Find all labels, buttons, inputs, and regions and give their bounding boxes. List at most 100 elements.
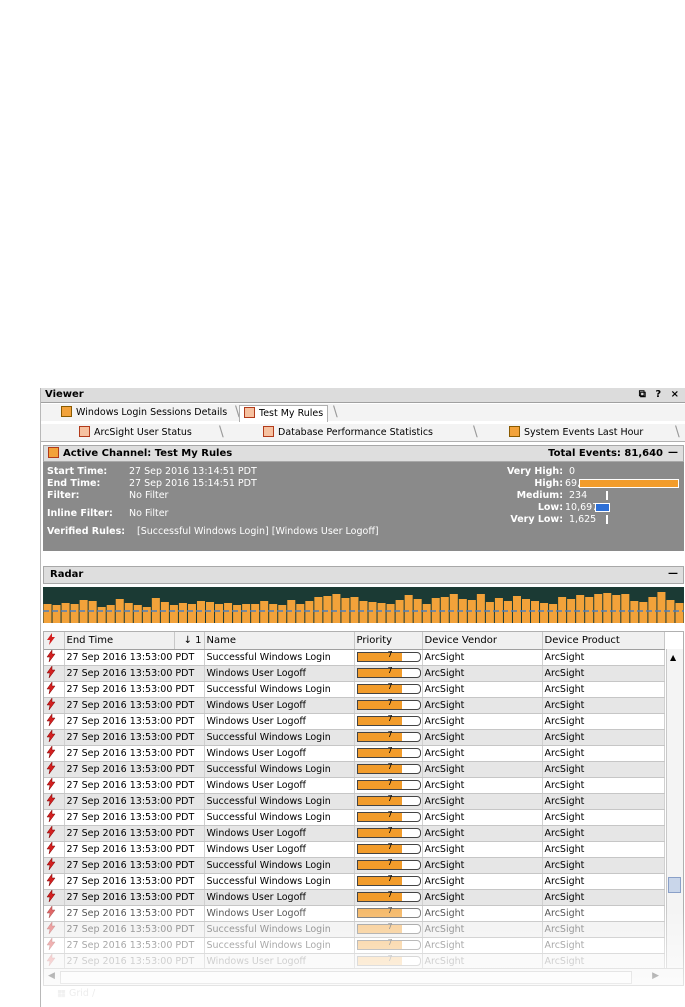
table-row[interactable]: 27 Sep 2016 13:53:00 PDT Windows User Log… — [44, 745, 665, 762]
table-row[interactable]: 27 Sep 2016 13:53:00 PDT Windows User Log… — [44, 713, 665, 730]
tab-arcsight-user-status[interactable]: ArcSight User Status — [75, 425, 196, 441]
radar-bar — [70, 604, 79, 623]
table-row[interactable]: 27 Sep 2016 13:53:00 PDT Windows User Log… — [44, 841, 665, 858]
cell-device-vendor: ArcSight — [422, 713, 543, 730]
lightning-icon — [46, 906, 56, 918]
table-row[interactable]: 27 Sep 2016 13:53:00 PDT Windows User Log… — [44, 697, 665, 714]
cell-end-time: 27 Sep 2016 13:53:00 PDT — [64, 921, 205, 938]
scroll-thumb[interactable] — [668, 877, 681, 893]
column-name[interactable]: Name — [204, 632, 355, 650]
column-sort-indicator[interactable]: ↓ 1 — [174, 632, 205, 650]
lightning-icon — [46, 730, 56, 742]
radar-bar — [269, 604, 278, 623]
radar-collapse-button[interactable]: — — [668, 566, 678, 582]
collapse-button[interactable]: — — [668, 445, 678, 460]
radar-bar — [531, 601, 540, 623]
tab-windows-login-sessions-details[interactable]: Windows Login Sessions Details — [57, 405, 231, 421]
cell-device-vendor: ArcSight — [422, 857, 543, 874]
priority-very-low-value: 1,625 — [569, 514, 597, 525]
scroll-up-icon[interactable]: ▲ — [670, 653, 676, 662]
tab-grid[interactable]: ▦ Grid / — [57, 988, 95, 999]
cell-end-time: 27 Sep 2016 13:53:00 PDT — [64, 809, 205, 826]
table-row[interactable]: 27 Sep 2016 13:53:00 PDT Windows User Log… — [44, 889, 665, 906]
cell-name: Windows User Logoff — [204, 665, 355, 682]
radar-bar — [540, 603, 549, 623]
column-device-vendor[interactable]: Device Vendor — [422, 632, 543, 650]
radar-bar — [350, 597, 359, 623]
table-row[interactable]: 27 Sep 2016 13:53:00 PDT Successful Windo… — [44, 649, 665, 666]
radar-bar — [52, 605, 61, 623]
horizontal-scrollbar[interactable]: ◀ ▶ — [44, 968, 683, 985]
lightning-icon — [46, 842, 56, 854]
priority-bar: 7 — [356, 874, 421, 886]
filter-value[interactable]: No Filter — [129, 490, 168, 501]
column-end-time[interactable]: End Time — [64, 632, 175, 650]
cell-priority: 7 — [354, 889, 423, 906]
table-row[interactable]: 27 Sep 2016 13:53:00 PDT Successful Windo… — [44, 873, 665, 890]
window-controls[interactable]: ⧉ ? × — [639, 388, 682, 402]
cell-device-vendor: ArcSight — [422, 681, 543, 698]
table-row[interactable]: 27 Sep 2016 13:53:00 PDT Successful Windo… — [44, 761, 665, 778]
radar-bar — [251, 604, 260, 623]
table-row[interactable]: 27 Sep 2016 13:53:00 PDT Windows User Log… — [44, 825, 665, 842]
scroll-right-icon[interactable]: ▶ — [652, 971, 659, 981]
radar-bar — [206, 602, 215, 623]
priority-bar: 7 — [356, 698, 421, 710]
table-row[interactable]: 27 Sep 2016 13:53:00 PDT Successful Windo… — [44, 793, 665, 810]
cell-priority: 7 — [354, 857, 423, 874]
cell-end-time: 27 Sep 2016 13:53:00 PDT — [64, 761, 205, 778]
cell-device-product: ArcSight — [542, 745, 665, 762]
viewer-title: Viewer — [45, 389, 84, 400]
lightning-icon — [46, 890, 56, 902]
cell-device-vendor: ArcSight — [422, 825, 543, 842]
column-device-product[interactable]: Device Product — [542, 632, 665, 650]
tab-system-events-last-hour[interactable]: System Events Last Hour — [505, 425, 647, 441]
horizontal-scroll-thumb[interactable] — [60, 971, 632, 984]
tab-test-my-rules[interactable]: Test My Rules — [239, 405, 329, 422]
cell-device-product: ArcSight — [542, 665, 665, 682]
report-icon — [61, 406, 72, 417]
cell-device-vendor: ArcSight — [422, 649, 543, 666]
cell-device-product: ArcSight — [542, 777, 665, 794]
events-grid: End Time ↓ 1 Name Priority Device Vendor… — [43, 631, 684, 986]
inline-filter-value[interactable]: No Filter — [129, 508, 168, 519]
radar-bar — [178, 603, 187, 623]
cell-name: Successful Windows Login — [204, 681, 355, 698]
row-priority-icon — [44, 841, 65, 858]
table-row[interactable]: 27 Sep 2016 13:53:00 PDT Windows User Log… — [44, 905, 665, 922]
table-row[interactable]: 27 Sep 2016 13:53:00 PDT Successful Windo… — [44, 729, 665, 746]
radar-bar — [648, 597, 657, 623]
column-priority[interactable]: Priority — [354, 632, 423, 650]
radar-bar — [169, 605, 178, 623]
table-row[interactable]: 27 Sep 2016 13:53:00 PDT Successful Windo… — [44, 809, 665, 826]
cell-end-time: 27 Sep 2016 13:53:00 PDT — [64, 665, 205, 682]
vertical-scrollbar[interactable]: ▲ — [666, 649, 683, 971]
lightning-icon — [46, 938, 56, 950]
cell-end-time: 27 Sep 2016 13:53:00 PDT — [64, 905, 205, 922]
tab-divider: \ — [675, 424, 680, 440]
scroll-left-icon[interactable]: ◀ — [48, 971, 55, 981]
radar-bar — [142, 607, 151, 623]
radar-bar — [449, 594, 458, 623]
priority-bar — [595, 503, 610, 512]
end-time-value: 27 Sep 2016 15:14:51 PDT — [129, 478, 257, 489]
table-row[interactable]: 27 Sep 2016 13:53:00 PDT Windows User Log… — [44, 777, 665, 794]
cell-priority: 7 — [354, 713, 423, 730]
table-row[interactable]: 27 Sep 2016 13:53:00 PDT Successful Windo… — [44, 921, 665, 938]
lightning-icon — [46, 922, 56, 934]
tab-database-performance-statistics[interactable]: Database Performance Statistics — [259, 425, 437, 441]
table-row[interactable]: 27 Sep 2016 13:53:00 PDT Successful Windo… — [44, 937, 665, 954]
table-row[interactable]: 27 Sep 2016 13:53:00 PDT Successful Windo… — [44, 681, 665, 698]
table-row[interactable]: 27 Sep 2016 13:53:00 PDT Windows User Log… — [44, 665, 665, 682]
lightning-icon — [46, 650, 56, 662]
tab-row-1: Windows Login Sessions Details \ Test My… — [41, 404, 685, 422]
total-events: Total Events: 81,640 — [548, 448, 663, 459]
column-priority-icon[interactable] — [44, 632, 65, 650]
active-channel-header: Active Channel: Test My Rules Total Even… — [43, 445, 684, 462]
row-priority-icon — [44, 777, 65, 794]
cell-priority: 7 — [354, 729, 423, 746]
row-priority-icon — [44, 873, 65, 890]
table-row[interactable]: 27 Sep 2016 13:53:00 PDT Successful Windo… — [44, 857, 665, 874]
channel-name: Test My Rules — [154, 448, 233, 459]
radar-histogram[interactable] — [43, 587, 684, 623]
